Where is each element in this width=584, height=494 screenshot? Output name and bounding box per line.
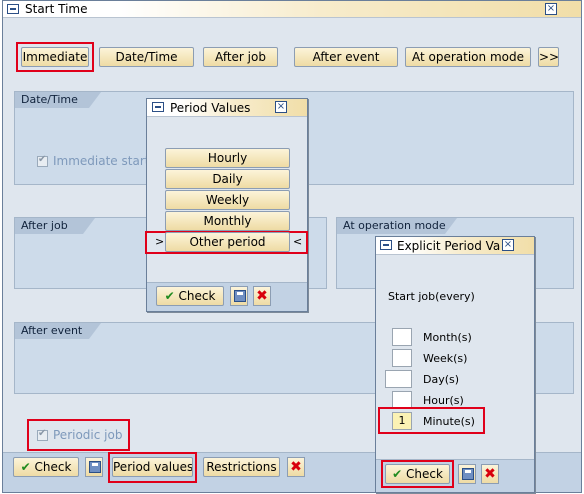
close-icon[interactable]: × bbox=[502, 239, 514, 251]
periodic-job-label: Periodic job bbox=[53, 428, 123, 442]
weeks-label: Week(s) bbox=[423, 352, 468, 365]
popup-window-icon bbox=[152, 102, 164, 112]
explicit-check-label: Check bbox=[405, 467, 443, 481]
window-icon bbox=[7, 4, 19, 14]
close-icon[interactable]: × bbox=[275, 101, 287, 113]
check-label: Check bbox=[34, 460, 72, 474]
datetime-group-title: Date/Time bbox=[15, 92, 101, 108]
weeks-input[interactable] bbox=[392, 349, 412, 367]
check-icon: ✔ bbox=[392, 467, 403, 481]
save-icon bbox=[462, 468, 474, 480]
check-icon: ✔ bbox=[164, 289, 175, 303]
weekly-button[interactable]: Weekly bbox=[165, 190, 290, 210]
popup-window-icon bbox=[380, 240, 392, 250]
period-check-label: Check bbox=[178, 289, 216, 303]
periodic-job-checkbox[interactable] bbox=[37, 428, 48, 441]
after-job-group-title: After job bbox=[15, 218, 95, 234]
daily-button[interactable]: Daily bbox=[165, 169, 290, 189]
more-button[interactable]: >> bbox=[538, 47, 559, 67]
cancel-icon: ✖ bbox=[256, 288, 268, 304]
save-icon bbox=[89, 461, 101, 473]
save-icon bbox=[234, 290, 246, 302]
immediate-start-checkbox[interactable] bbox=[37, 154, 48, 167]
minutes-input[interactable]: 1 bbox=[392, 412, 412, 430]
period-save-button[interactable] bbox=[230, 286, 248, 306]
close-icon[interactable]: × bbox=[545, 3, 557, 15]
check-button[interactable]: ✔ Check bbox=[13, 457, 79, 477]
other-period-button[interactable]: Other period bbox=[165, 232, 290, 252]
cancel-button[interactable]: ✖ bbox=[287, 457, 305, 477]
days-label: Day(s) bbox=[423, 373, 460, 386]
months-label: Month(s) bbox=[423, 331, 472, 344]
titlebar: Start Time × bbox=[3, 1, 581, 18]
start-job-label: Start job(every) bbox=[388, 290, 475, 303]
minutes-label: Minute(s) bbox=[423, 415, 475, 428]
at-operation-mode-group-title: At operation mode bbox=[337, 218, 457, 234]
restrictions-button[interactable]: Restrictions bbox=[203, 457, 280, 477]
hourly-button[interactable]: Hourly bbox=[165, 148, 290, 168]
hours-label: Hour(s) bbox=[423, 394, 464, 407]
explicit-cancel-button[interactable]: ✖ bbox=[481, 464, 499, 484]
months-input[interactable] bbox=[392, 328, 412, 346]
after-job-button[interactable]: After job bbox=[203, 47, 278, 67]
check-icon: ✔ bbox=[20, 460, 31, 474]
explicit-save-button[interactable] bbox=[458, 464, 476, 484]
window-title: Start Time bbox=[25, 2, 88, 16]
explicit-check-button[interactable]: ✔ Check bbox=[385, 464, 450, 484]
at-operation-mode-button[interactable]: At operation mode bbox=[405, 47, 531, 67]
explicit-popup-titlebar: Explicit Period Va × bbox=[376, 237, 534, 255]
period-cancel-button[interactable]: ✖ bbox=[253, 286, 271, 306]
after-event-group-title: After event bbox=[15, 323, 101, 339]
period-values-button[interactable]: Period values bbox=[112, 457, 193, 477]
selection-arrow-left: > bbox=[155, 235, 165, 248]
explicit-popup-title: Explicit Period Va bbox=[397, 239, 501, 253]
cancel-icon: ✖ bbox=[484, 466, 496, 482]
selection-arrow-right: < bbox=[293, 235, 303, 248]
save-button[interactable] bbox=[85, 457, 103, 477]
days-input[interactable] bbox=[385, 370, 412, 388]
period-popup-title: Period Values bbox=[170, 101, 251, 115]
after-event-button[interactable]: After event bbox=[294, 47, 398, 67]
monthly-button[interactable]: Monthly bbox=[165, 211, 290, 231]
period-check-button[interactable]: ✔ Check bbox=[156, 286, 224, 306]
immediate-start-label: Immediate start bbox=[53, 154, 150, 168]
datetime-button[interactable]: Date/Time bbox=[99, 47, 194, 67]
period-popup-titlebar: Period Values × bbox=[147, 99, 307, 117]
cancel-icon: ✖ bbox=[290, 459, 302, 475]
immediate-button[interactable]: Immediate bbox=[21, 47, 89, 67]
